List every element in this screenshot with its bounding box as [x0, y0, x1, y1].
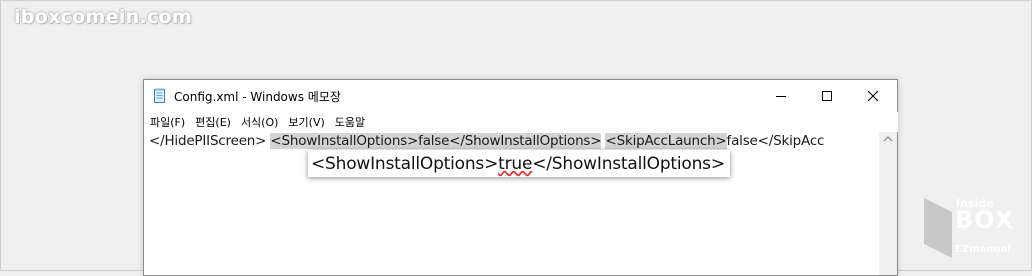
code-segment-skipacc-value: false</SkipAcc — [726, 133, 825, 149]
close-button[interactable] — [850, 80, 896, 112]
logo-text-ezmanual: EZmanual — [955, 244, 1011, 255]
code-segment-hidepii: </HidePIIScreen> — [149, 133, 267, 149]
title-bar[interactable]: Config.xml - Windows 메모장 — [144, 80, 897, 112]
minimize-button[interactable] — [758, 80, 804, 112]
maximize-icon — [822, 91, 832, 101]
maximize-button[interactable] — [804, 80, 850, 112]
insidebox-logo: Inside BOX EZmanual — [920, 192, 1020, 266]
code-line: </HidePIIScreen> <ShowInstallOptions>fal… — [149, 133, 824, 149]
site-watermark: iboxcomein.com — [14, 6, 192, 28]
minimize-icon — [776, 96, 786, 97]
close-icon — [867, 90, 879, 102]
zoom-callout: <ShowInstallOptions> true </ShowInstallOpt… — [308, 150, 730, 177]
menu-format[interactable]: 서식(O) — [236, 114, 283, 130]
notepad-window: Config.xml - Windows 메모장 파일(F) 편집(E) 서식(… — [143, 79, 898, 276]
menu-edit[interactable]: 편집(E) — [190, 114, 236, 130]
menu-file[interactable]: 파일(F) — [145, 114, 190, 130]
scroll-up-arrow-icon[interactable] — [883, 135, 893, 143]
menu-help[interactable]: 도움말 — [330, 114, 370, 130]
notepad-icon — [154, 88, 165, 103]
logo-text-box: BOX — [955, 206, 1015, 234]
zoom-open-tag: <ShowInstallOptions> — [311, 153, 499, 174]
menu-bar: 파일(F) 편집(E) 서식(O) 보기(V) 도움말 — [144, 112, 898, 132]
zoom-value: true — [498, 153, 533, 174]
menu-view[interactable]: 보기(V) — [283, 114, 329, 130]
code-segment-skipacclaunch: <SkipAccLaunch> — [605, 133, 727, 149]
vertical-scrollbar[interactable] — [879, 132, 897, 275]
code-segment-showinstalloptions: <ShowInstallOptions>false</ShowInstallOp… — [270, 133, 602, 149]
window-title: Config.xml - Windows 메모장 — [174, 90, 341, 104]
zoom-close-tag: </ShowInstallOptions> — [532, 153, 725, 174]
